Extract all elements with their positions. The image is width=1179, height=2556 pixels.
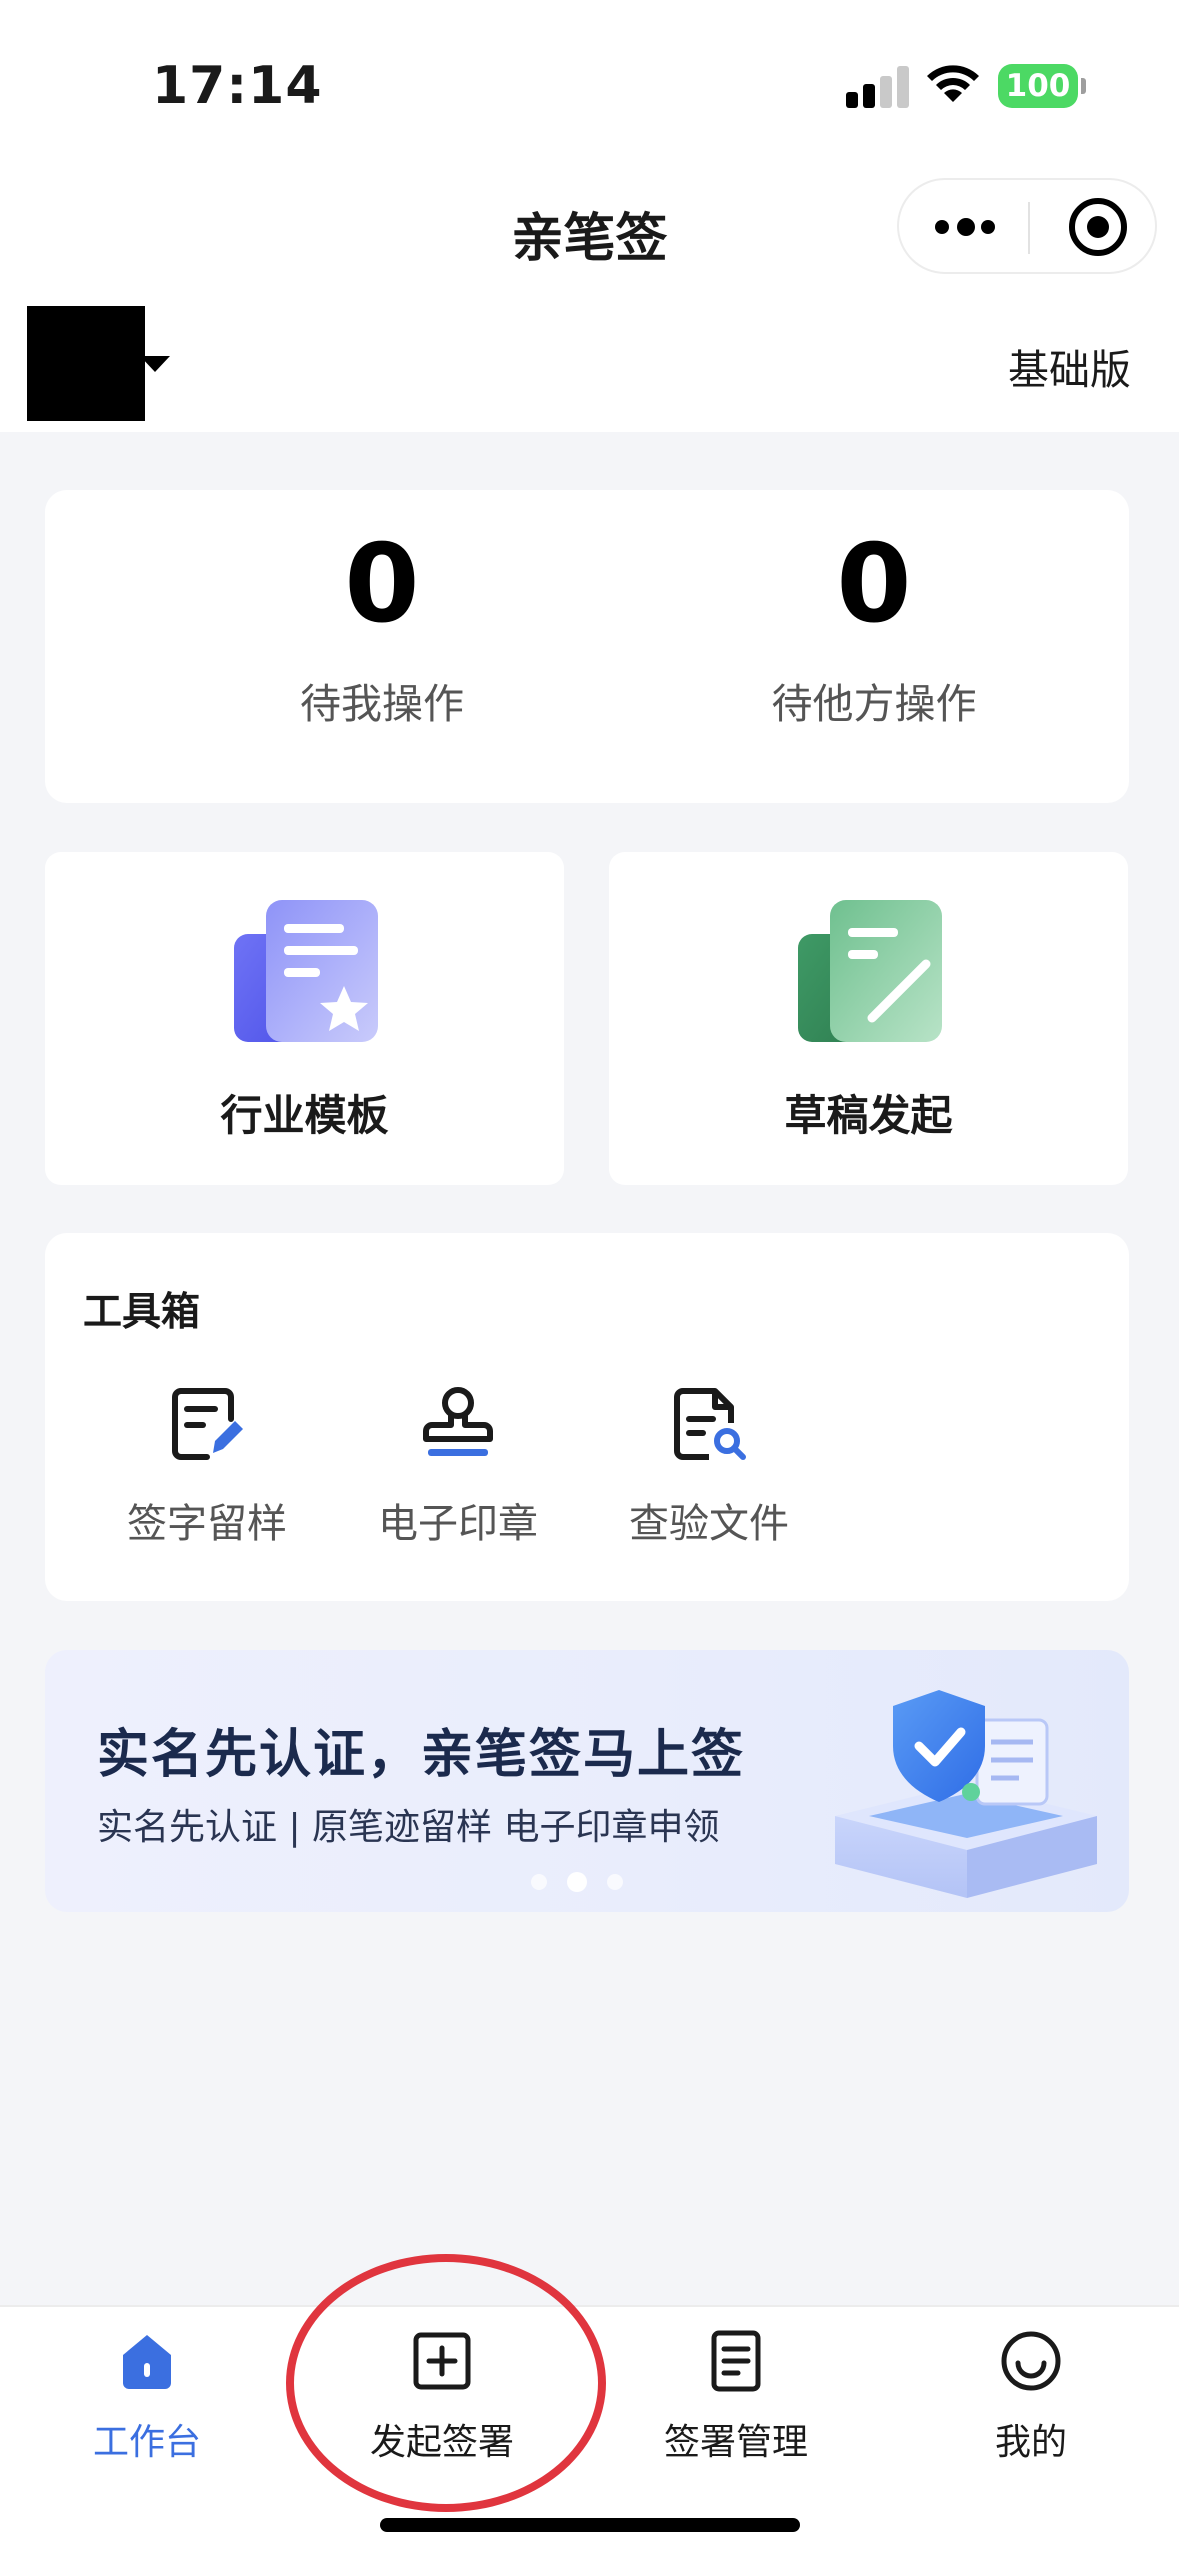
tool-label: 查验文件 <box>629 1501 789 1547</box>
tool-electronic-stamp[interactable]: 电子印章 <box>358 1383 558 1549</box>
stamp-icon <box>423 1387 493 1456</box>
stat-label: 待我操作 <box>300 680 464 728</box>
cellular-signal-icon <box>846 66 909 108</box>
stat-label: 待他方操作 <box>771 680 977 728</box>
signature-icon <box>172 1388 243 1460</box>
home-icon <box>123 2335 171 2389</box>
tab-label: 发起签署 <box>369 2422 514 2463</box>
industry-template-card[interactable]: 行业模板 <box>45 852 564 1185</box>
toolbox-card: 工具箱 签字留样 电子印章 查验文件 <box>45 1233 1129 1601</box>
tab-workbench[interactable]: 工作台 <box>37 2323 257 2465</box>
security-shield-icon <box>835 1690 1097 1898</box>
home-indicator <box>380 2518 800 2532</box>
stat-pending-me[interactable]: 0 待我操作 <box>182 520 582 730</box>
tool-signature-sample[interactable]: 签字留样 <box>107 1383 307 1549</box>
tab-label: 工作台 <box>92 2422 201 2463</box>
status-time: 17:14 <box>152 56 323 116</box>
tool-label: 签字留样 <box>127 1501 287 1547</box>
feature-label: 行业模板 <box>220 1091 389 1140</box>
document-icon <box>711 2330 761 2392</box>
stat-value: 0 <box>836 522 912 647</box>
banner-subtitle: 实名先认证 | 原笔迹留样 电子印章申领 <box>97 1807 720 1848</box>
draft-icon <box>798 900 942 1042</box>
stat-pending-others[interactable]: 0 待他方操作 <box>674 520 1074 730</box>
draft-launch-card[interactable]: 草稿发起 <box>609 852 1128 1185</box>
chevron-down-icon[interactable] <box>140 356 170 372</box>
capsule-divider <box>1028 202 1030 254</box>
more-icon[interactable] <box>935 210 999 246</box>
plus-square-icon <box>413 2332 471 2390</box>
promo-banner[interactable]: 实名先认证，亲笔签马上签 实名先认证 | 原笔迹留样 电子印章申领 <box>45 1650 1129 1912</box>
tab-label: 签署管理 <box>663 2422 808 2463</box>
plan-label[interactable]: 基础版 <box>1008 336 1131 396</box>
tool-verify-file[interactable]: 查验文件 <box>609 1383 809 1549</box>
feature-label: 草稿发起 <box>784 1091 953 1140</box>
toolbox-title: 工具箱 <box>83 1290 201 1335</box>
account-row: 基础版 <box>0 300 1179 432</box>
account-switcher[interactable] <box>27 306 145 421</box>
tab-label: 我的 <box>994 2422 1067 2463</box>
smile-icon <box>1001 2331 1061 2391</box>
tool-label: 电子印章 <box>378 1501 538 1547</box>
app-screen: 17:14 100 亲笔签 基础版 0 待我操作 0 待他方操作 行业模板 草稿… <box>0 0 1179 2556</box>
battery-tip <box>1081 78 1086 94</box>
banner-title: 实名先认证，亲笔签马上签 <box>97 1725 746 1785</box>
tab-mine[interactable]: 我的 <box>921 2323 1141 2465</box>
battery-icon: 100 <box>998 64 1078 108</box>
tab-launch-signing[interactable]: 发起签署 <box>332 2323 552 2465</box>
wifi-icon <box>927 65 979 102</box>
verify-file-icon <box>674 1388 746 1460</box>
stat-value: 0 <box>344 522 420 647</box>
template-icon <box>234 900 378 1042</box>
close-mini-program-icon[interactable] <box>1069 198 1127 256</box>
mini-program-capsule <box>897 178 1157 274</box>
nav-bar: 亲笔签 <box>0 170 1179 300</box>
stats-card: 0 待我操作 0 待他方操作 <box>45 490 1129 803</box>
status-bar: 17:14 100 <box>0 0 1179 170</box>
tab-signing-management[interactable]: 签署管理 <box>626 2323 846 2465</box>
carousel-indicator <box>531 1872 651 1892</box>
